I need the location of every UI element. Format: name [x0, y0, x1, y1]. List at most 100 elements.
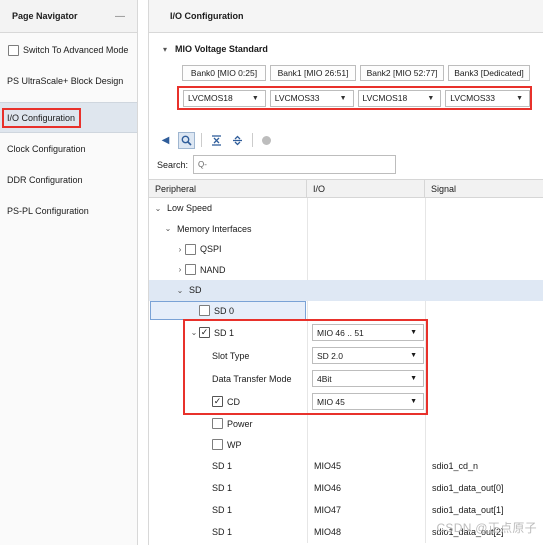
navigator-title: Page Navigator: [12, 11, 78, 21]
signal-name: sdio1_data_out[1]: [432, 505, 504, 515]
cd-io-select[interactable]: MIO 45 ▼: [312, 393, 424, 410]
slot-type-select[interactable]: SD 2.0 ▼: [312, 347, 424, 364]
nand-checkbox[interactable]: [185, 264, 196, 276]
page-navigator: Page Navigator — Switch To Advanced Mode…: [0, 0, 138, 545]
voltage-selector-group: LVCMOS18 ▼ LVCMOS33 ▼ LVCMOS18 ▼ LVCMOS3…: [177, 86, 532, 110]
chevron-down-icon: ▼: [410, 375, 417, 382]
signal-peripheral: SD 1: [212, 461, 233, 471]
toolbar-divider: [252, 133, 253, 147]
chevron-right-icon[interactable]: ›: [175, 265, 185, 274]
tree-row-cd[interactable]: ✓ CD MIO 45 ▼: [149, 390, 543, 413]
signal-peripheral: SD 1: [212, 483, 233, 493]
tree-row-qspi[interactable]: › QSPI: [149, 239, 543, 260]
chevron-down-icon: ▼: [410, 398, 417, 405]
status-dot-icon: [262, 135, 271, 145]
column-header-signal[interactable]: Signal: [425, 180, 543, 197]
tree-row-sd0[interactable]: SD 0: [149, 300, 543, 321]
chevron-down-icon: ▼: [251, 94, 259, 102]
table-row: SD 1 MIO45 sdio1_cd_n: [149, 455, 543, 477]
expand-all-icon[interactable]: [229, 132, 246, 149]
collapse-all-icon[interactable]: [208, 132, 225, 149]
table-row: SD 1 MIO46 sdio1_data_out[0]: [149, 477, 543, 499]
row-label: CD: [227, 396, 240, 407]
nav-item-ps-pl-configuration[interactable]: PS-PL Configuration: [0, 195, 137, 226]
chevron-down-icon[interactable]: ▾: [163, 45, 175, 54]
nav-item-io-configuration[interactable]: I/O Configuration: [0, 102, 137, 133]
column-header-io[interactable]: I/O: [307, 180, 425, 197]
minimize-icon[interactable]: —: [115, 11, 125, 22]
mio-voltage-section: ▾ MIO Voltage Standard Bank0 [MIO 0:25] …: [149, 40, 543, 110]
search-input[interactable]: Q-: [193, 155, 397, 174]
search-label: Search:: [157, 159, 189, 170]
select-value: LVCMOS18: [188, 93, 233, 103]
bank2-voltage-select[interactable]: LVCMOS18 ▼: [357, 89, 442, 107]
select-value: 4Bit: [317, 373, 332, 384]
row-label: SD 0: [214, 305, 235, 316]
tree-row-power[interactable]: Power: [149, 413, 543, 434]
advanced-mode-checkbox[interactable]: [8, 44, 19, 56]
chevron-down-icon[interactable]: ⌄: [163, 224, 173, 233]
cd-checkbox[interactable]: ✓: [212, 396, 223, 407]
bank0-voltage-select[interactable]: LVCMOS18 ▼: [183, 89, 266, 107]
sd1-io-select[interactable]: MIO 46 .. 51 ▼: [312, 324, 424, 341]
chevron-down-icon[interactable]: ⌄: [153, 204, 163, 213]
tree-row-memory-interfaces[interactable]: ⌄ Memory Interfaces: [149, 218, 543, 239]
chevron-down-icon: ▼: [339, 94, 347, 102]
chevron-right-icon[interactable]: ›: [175, 245, 185, 254]
signal-name: sdio1_data_out[0]: [432, 483, 504, 493]
sd0-cell[interactable]: SD 0: [150, 301, 306, 321]
tree-row-wp[interactable]: WP: [149, 434, 543, 455]
select-value: LVCMOS33: [274, 93, 320, 103]
tree-row-slot-type: Slot Type SD 2.0 ▼: [149, 344, 543, 367]
navigator-header: Page Navigator —: [0, 0, 137, 33]
tree-row-low-speed[interactable]: ⌄ Low Speed: [149, 198, 543, 219]
chevron-down-icon: ▼: [410, 329, 417, 336]
table-header: Peripheral I/O Signal: [149, 179, 543, 198]
signal-io: MIO48: [314, 527, 342, 537]
nav-item-block-design[interactable]: PS UltraScale+ Block Design: [0, 65, 137, 96]
tree-row-data-transfer-mode: Data Transfer Mode 4Bit ▼: [149, 367, 543, 390]
column-header-peripheral[interactable]: Peripheral: [149, 180, 307, 197]
mio-voltage-title: MIO Voltage Standard: [175, 44, 268, 54]
qspi-checkbox[interactable]: [185, 243, 196, 255]
tree-row-sd1[interactable]: ⌄ ✓ SD 1 MIO 46 .. 51 ▼: [149, 321, 543, 344]
mio-voltage-header[interactable]: ▾ MIO Voltage Standard: [149, 40, 543, 58]
tree-row-sd[interactable]: ⌄ SD: [149, 280, 543, 301]
advanced-mode-toggle[interactable]: Switch To Advanced Mode: [0, 35, 137, 65]
back-arrow-icon[interactable]: ◀: [157, 132, 174, 149]
chevron-down-icon[interactable]: ⌄: [189, 328, 199, 337]
signal-io: MIO46: [314, 483, 342, 493]
peripheral-tree-table: ⌄ Low Speed ⌄ Memory Interfaces › QSPI ›…: [149, 198, 543, 543]
table-row: SD 1 MIO47 sdio1_data_out[1]: [149, 499, 543, 521]
row-label: SD: [189, 285, 202, 296]
row-label: QSPI: [200, 244, 222, 255]
data-transfer-mode-select[interactable]: 4Bit ▼: [312, 370, 424, 387]
io-configuration-panel: I/O Configuration ▾ MIO Voltage Standard…: [148, 0, 543, 545]
bank1-voltage-select[interactable]: LVCMOS33 ▼: [269, 89, 354, 107]
search-icon[interactable]: [178, 131, 195, 149]
chevron-down-icon[interactable]: ⌄: [175, 286, 185, 295]
sd0-checkbox[interactable]: [199, 305, 210, 317]
bank3-voltage-select[interactable]: LVCMOS33 ▼: [445, 89, 530, 107]
tree-row-nand[interactable]: › NAND: [149, 259, 543, 280]
toolbar-divider: [201, 133, 202, 147]
signal-peripheral: SD 1: [212, 505, 233, 515]
nav-item-clock-configuration[interactable]: Clock Configuration: [0, 133, 137, 164]
bank-label: Bank2 [MIO 52:77]: [360, 65, 444, 81]
row-label: Low Speed: [167, 203, 213, 214]
nav-item-label: DDR Configuration: [7, 174, 83, 185]
bank-label: Bank0 [MIO 0:25]: [182, 65, 266, 81]
bank-label: Bank3 [Dedicated]: [448, 65, 530, 81]
chevron-down-icon: ▼: [410, 352, 417, 359]
nav-item-label: I/O Configuration: [2, 107, 82, 128]
wp-checkbox[interactable]: [212, 439, 223, 450]
sd1-checkbox[interactable]: ✓: [199, 327, 210, 338]
nav-item-ddr-configuration[interactable]: DDR Configuration: [0, 164, 137, 195]
row-label: WP: [227, 439, 242, 450]
row-label: Slot Type: [212, 350, 250, 361]
row-label: Memory Interfaces: [177, 223, 252, 234]
chevron-down-icon: ▼: [427, 94, 435, 102]
advanced-mode-label: Switch To Advanced Mode: [23, 45, 129, 55]
power-checkbox[interactable]: [212, 418, 223, 429]
nav-item-label: PS UltraScale+ Block Design: [7, 75, 124, 86]
